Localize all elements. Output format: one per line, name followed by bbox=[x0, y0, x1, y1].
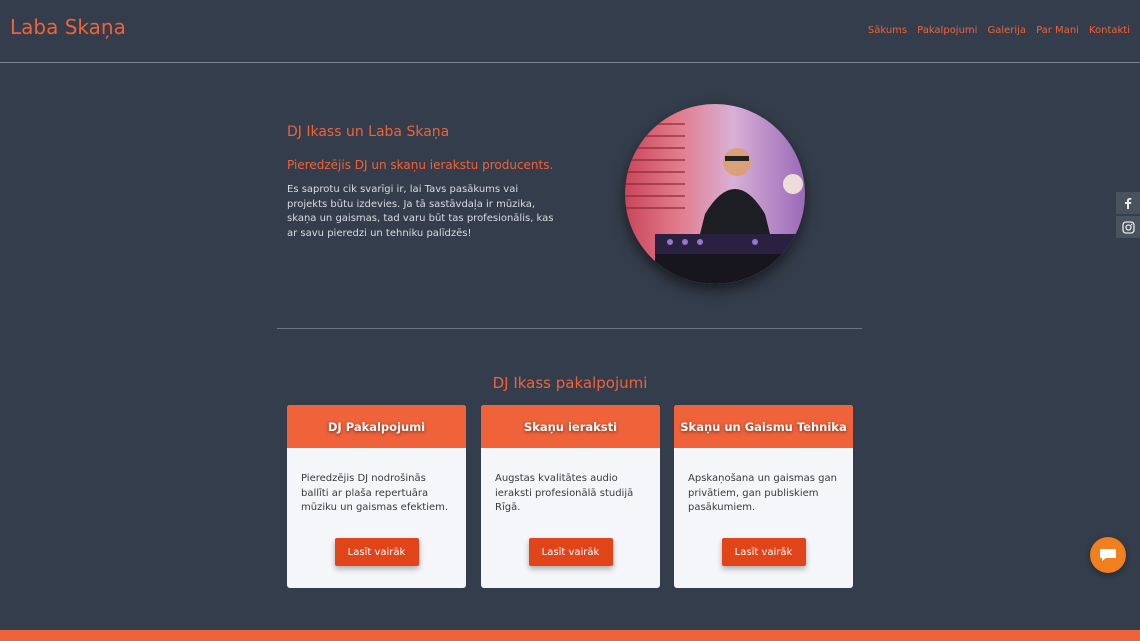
site-logo[interactable]: Laba Skaņa bbox=[10, 15, 126, 39]
instagram-icon[interactable] bbox=[1116, 216, 1140, 238]
dj-portrait-photo bbox=[625, 104, 805, 284]
read-more-button[interactable]: Lasīt vairāk bbox=[528, 538, 613, 566]
hero-subtitle: Pieredzējis DJ un skaņu ierakstu produce… bbox=[287, 158, 554, 172]
footer-bar bbox=[0, 630, 1140, 641]
nav-link-kontakti[interactable]: Kontakti bbox=[1089, 25, 1130, 36]
chat-icon bbox=[1100, 549, 1116, 561]
facebook-icon[interactable] bbox=[1116, 192, 1140, 214]
service-card-dj: DJ Pakalpojumi Pieredzējis DJ nodrošinās… bbox=[287, 405, 466, 588]
service-card-text: Augstas kvalitātes audio ieraksti profes… bbox=[495, 473, 634, 513]
service-card-title: DJ Pakalpojumi bbox=[287, 405, 466, 448]
service-card-text: Apskaņošana un gaismas gan privātiem, ga… bbox=[688, 473, 837, 513]
chat-bubble-button[interactable] bbox=[1090, 537, 1126, 573]
hero-title: DJ Ikass un Laba Skaņa bbox=[287, 124, 450, 140]
service-card-recordings: Skaņu ieraksti Augstas kvalitātes audio … bbox=[481, 405, 660, 588]
read-more-button[interactable]: Lasīt vairāk bbox=[721, 538, 806, 566]
nav-link-pakalpojumi[interactable]: Pakalpojumi bbox=[917, 25, 977, 36]
social-sidebar bbox=[1116, 192, 1140, 240]
service-card-text: Pieredzējis DJ nodrošinās ballīti ar pla… bbox=[301, 473, 449, 513]
services-title: DJ Ikass pakalpojumi bbox=[492, 374, 648, 392]
nav-link-galerija[interactable]: Galerija bbox=[987, 25, 1026, 36]
hero-description: Es saprotu cik svarīgi ir, lai Tavs pasā… bbox=[287, 184, 554, 239]
section-divider bbox=[277, 328, 862, 329]
main-nav: Sākums Pakalpojumi Galerija Par Mani Kon… bbox=[868, 25, 1130, 36]
nav-link-sakums[interactable]: Sākums bbox=[868, 25, 907, 36]
service-card-title: Skaņu un Gaismu Tehnika bbox=[674, 405, 853, 448]
site-header: Laba Skaņa Sākums Pakalpojumi Galerija P… bbox=[0, 0, 1140, 63]
service-card-title: Skaņu ieraksti bbox=[481, 405, 660, 448]
nav-link-par-mani[interactable]: Par Mani bbox=[1036, 25, 1079, 36]
read-more-button[interactable]: Lasīt vairāk bbox=[334, 538, 419, 566]
service-card-equipment: Skaņu un Gaismu Tehnika Apskaņošana un g… bbox=[674, 405, 853, 588]
